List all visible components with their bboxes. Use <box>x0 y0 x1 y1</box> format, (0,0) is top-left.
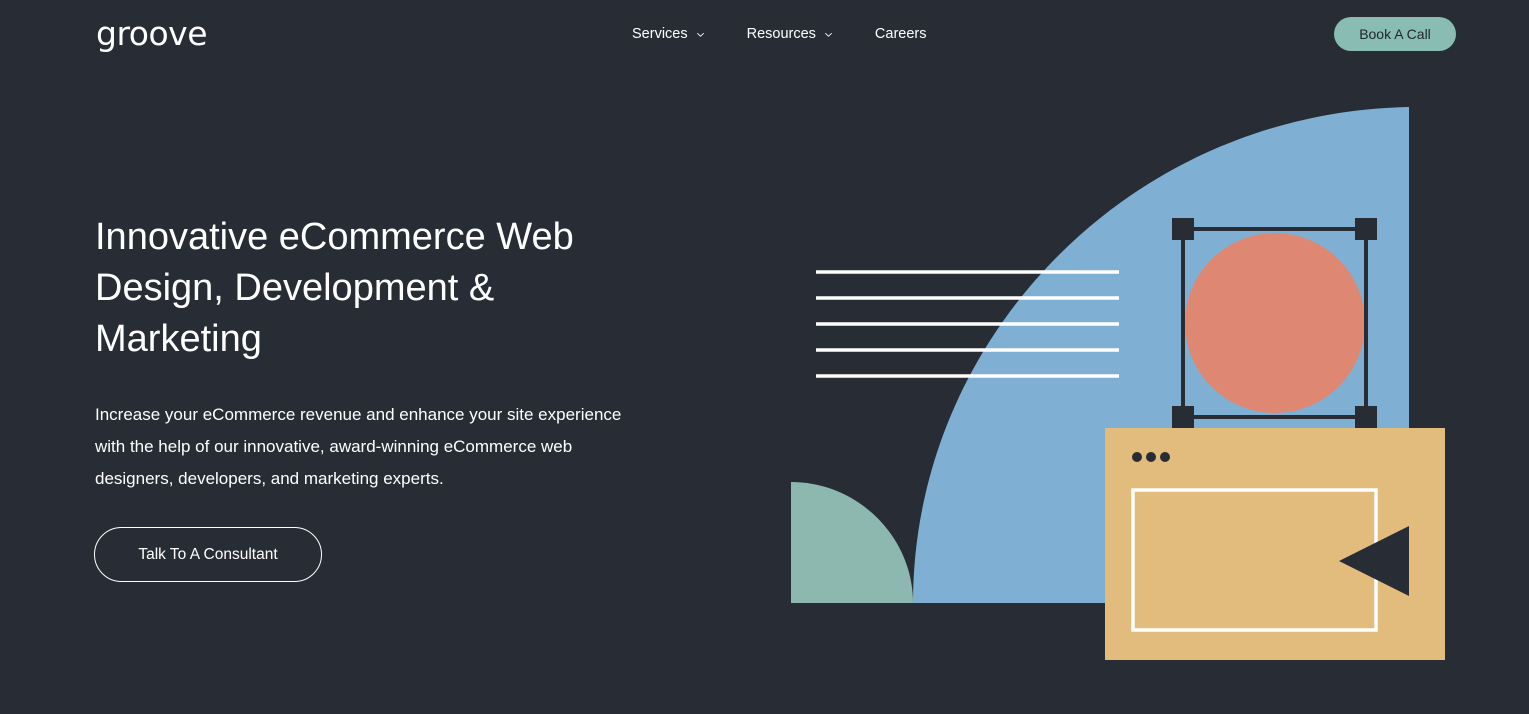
nav-item-label: Careers <box>874 26 927 42</box>
chevron-down-icon <box>696 32 704 37</box>
nav-item-services[interactable]: Services <box>632 24 705 44</box>
page: groove Services Resources Careers Book A… <box>0 0 1529 714</box>
nav-item-careers[interactable]: Careers <box>875 24 927 44</box>
teal-quarter-shape <box>791 482 913 603</box>
book-a-call-button[interactable]: Book A Call <box>1334 17 1456 51</box>
hero-title-line: Innovative eCommerce Web <box>95 216 574 258</box>
nav-item-label: Services <box>632 26 688 42</box>
coral-circle <box>1185 233 1365 413</box>
hero-description-line: with the help of our innovative, award-w… <box>95 437 573 456</box>
dots-icon <box>1132 452 1170 462</box>
groove-logo[interactable]: groove <box>96 14 208 54</box>
hero-title-line: Design, Development & <box>95 267 495 309</box>
hero-description: Increase your eCommerce revenue and enha… <box>95 399 695 495</box>
talk-to-consultant-button[interactable]: Talk To A Consultant <box>94 527 322 582</box>
hero-title: Innovative eCommerce Web Design, Develop… <box>95 212 655 365</box>
nav-item-label: Resources <box>746 26 816 42</box>
main-nav: Services Resources Careers <box>632 24 969 44</box>
hero-description-line: designers, developers, and marketing exp… <box>95 469 444 488</box>
hero-illustration <box>791 107 1445 660</box>
chevron-down-icon <box>824 32 832 37</box>
hero-description-line: Increase your eCommerce revenue and enha… <box>95 405 622 424</box>
nav-item-resources[interactable]: Resources <box>747 24 833 44</box>
hero-title-line: Marketing <box>95 318 262 360</box>
